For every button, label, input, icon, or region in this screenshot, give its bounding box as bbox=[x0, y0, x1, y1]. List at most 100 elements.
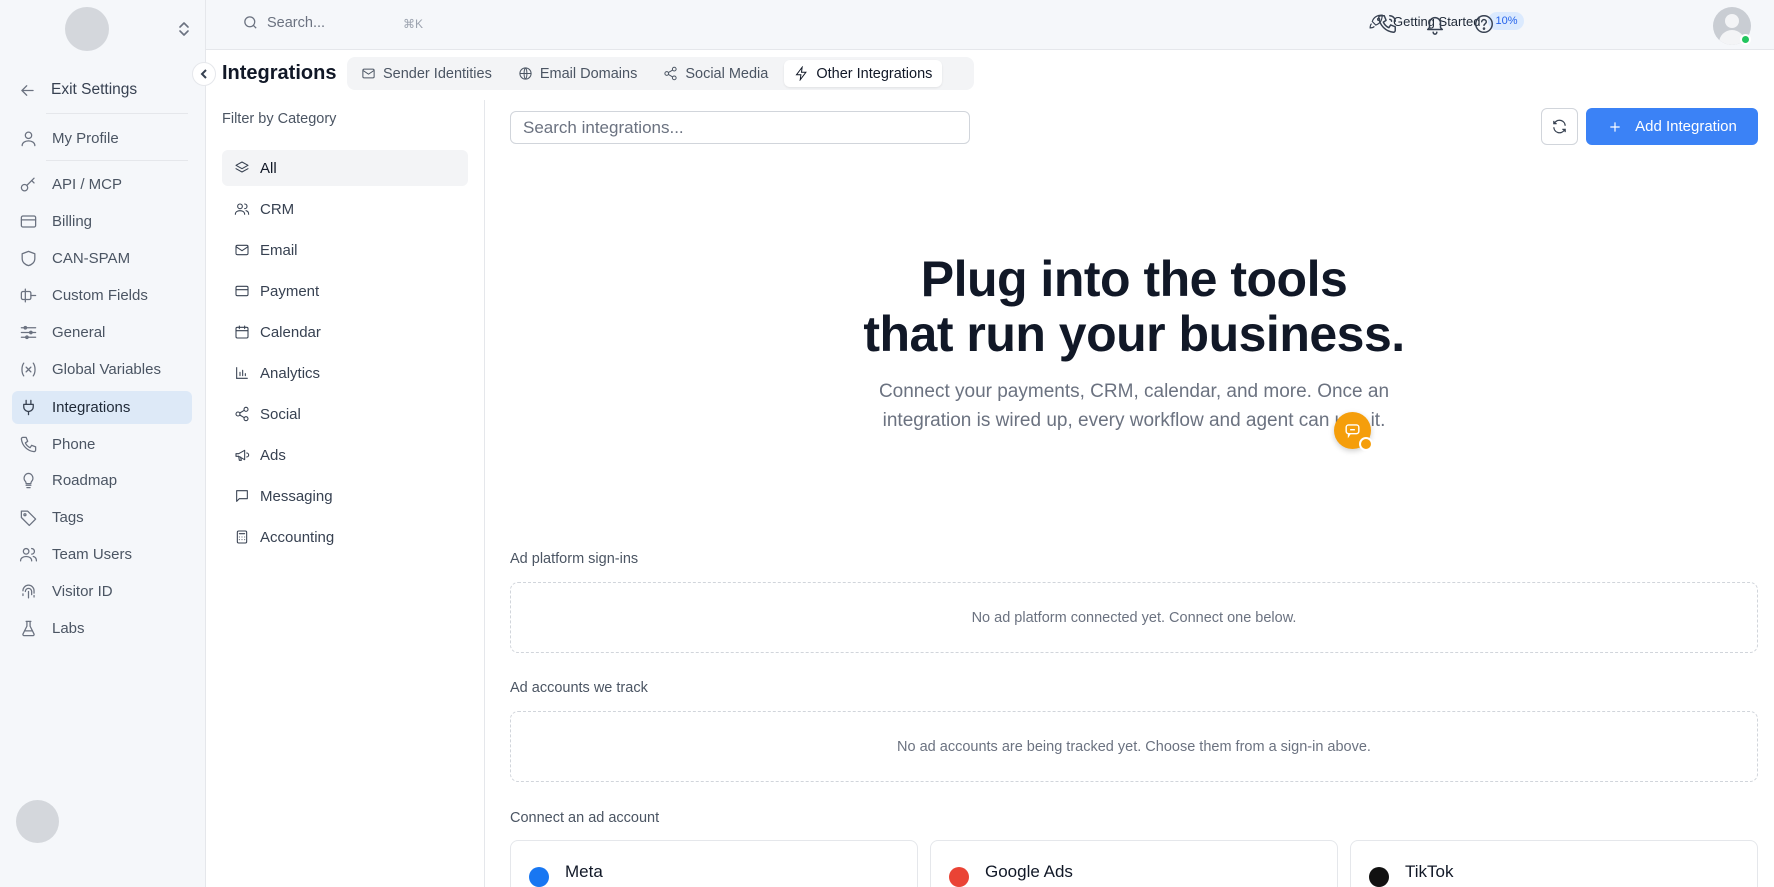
ad-card-meta[interactable]: Meta bbox=[510, 840, 918, 887]
category-messaging[interactable]: Messaging bbox=[222, 478, 468, 514]
hero-title: Plug into the tools that run your busine… bbox=[700, 252, 1568, 362]
lightbulb-icon bbox=[23, 472, 34, 489]
category-calendar[interactable]: Calendar bbox=[222, 314, 468, 350]
sidebar-item-my-profile[interactable]: My Profile bbox=[12, 122, 192, 155]
ad-platform-section-label: Ad platform sign-ins bbox=[510, 551, 639, 567]
online-status-indicator bbox=[1740, 34, 1751, 45]
exit-settings-label: Exit Settings bbox=[51, 81, 138, 98]
ad-card-google-ads[interactable]: Google Ads bbox=[930, 840, 1338, 887]
tab-label: Social Media bbox=[685, 65, 769, 82]
hero-title-line: that run your business. bbox=[863, 306, 1405, 362]
category-label: All bbox=[260, 159, 277, 177]
add-integration-label: Add Integration bbox=[1635, 118, 1737, 135]
refresh-button[interactable] bbox=[1541, 108, 1578, 145]
variable-icon bbox=[21, 362, 36, 377]
sidebar-item-label: Labs bbox=[52, 620, 85, 637]
share-icon bbox=[235, 406, 249, 422]
sidebar-item-roadmap[interactable]: Roadmap bbox=[12, 464, 192, 497]
category-label: Calendar bbox=[260, 323, 321, 341]
sidebar-item-label: API / MCP bbox=[52, 176, 123, 193]
meta-logo-icon bbox=[529, 867, 549, 887]
sidebar-item-can-spam[interactable]: CAN-SPAM bbox=[12, 242, 192, 275]
category-label: CRM bbox=[260, 200, 295, 218]
key-icon bbox=[20, 177, 35, 192]
tab-other-integrations[interactable]: Other Integrations bbox=[784, 60, 943, 87]
flask-icon bbox=[22, 620, 35, 637]
ad-card-tiktok[interactable]: TikTok bbox=[1350, 840, 1758, 887]
mail-icon bbox=[235, 244, 249, 256]
tab-label: Sender Identities bbox=[383, 65, 492, 82]
users-icon bbox=[19, 547, 38, 562]
sidebar-item-integrations[interactable]: Integrations bbox=[12, 391, 192, 424]
refresh-icon bbox=[1553, 119, 1566, 134]
chat-icon bbox=[1345, 424, 1360, 439]
chevron-left-icon bbox=[200, 69, 207, 79]
category-label: Ads bbox=[260, 446, 286, 464]
search-shortcut: ⌘K bbox=[403, 17, 424, 31]
sidebar-item-custom-fields[interactable]: Custom Fields bbox=[12, 279, 192, 312]
category-analytics[interactable]: Analytics bbox=[222, 355, 468, 391]
notifications-button[interactable] bbox=[1424, 13, 1446, 35]
add-integration-button[interactable]: Add Integration bbox=[1586, 108, 1758, 145]
google-ads-logo-icon bbox=[949, 867, 969, 887]
page-title: Integrations bbox=[222, 62, 337, 84]
sidebar-item-global-variables[interactable]: Global Variables bbox=[12, 353, 192, 386]
category-label: Social bbox=[260, 405, 301, 423]
sidebar-item-label: Tags bbox=[52, 509, 84, 526]
phone-call-button[interactable] bbox=[1376, 13, 1398, 35]
help-circle-icon bbox=[1475, 15, 1493, 33]
tab-email-domains[interactable]: Email Domains bbox=[508, 60, 648, 87]
category-all[interactable]: All bbox=[222, 150, 468, 186]
category-payment[interactable]: Payment bbox=[222, 273, 468, 309]
category-email[interactable]: Email bbox=[222, 232, 468, 268]
credit-card-icon bbox=[20, 215, 37, 228]
custom-fields-icon bbox=[20, 288, 37, 303]
sidebar-item-label: Custom Fields bbox=[52, 287, 148, 304]
plug-icon bbox=[23, 399, 34, 416]
bell-icon bbox=[1426, 16, 1444, 35]
tab-sender-identities[interactable]: Sender Identities bbox=[351, 60, 502, 87]
tab-label: Other Integrations bbox=[816, 65, 933, 82]
layers-icon bbox=[235, 161, 249, 173]
ad-platform-empty-state: No ad platform connected yet. Connect on… bbox=[510, 582, 1758, 653]
category-label: Messaging bbox=[260, 487, 333, 505]
sidebar-item-label: Phone bbox=[52, 436, 96, 453]
integrations-search-input[interactable] bbox=[510, 111, 970, 144]
mail-icon bbox=[362, 68, 375, 79]
sidebar-item-tags[interactable]: Tags bbox=[12, 501, 192, 534]
settings-sidebar: Exit Settings My Profile API / MCP Billi… bbox=[0, 0, 206, 887]
ad-platform-empty-text: No ad platform connected yet. Connect on… bbox=[971, 609, 1297, 626]
exit-settings-link[interactable]: Exit Settings bbox=[18, 76, 188, 104]
sidebar-item-phone[interactable]: Phone bbox=[12, 428, 192, 461]
sidebar-item-visitor-id[interactable]: Visitor ID bbox=[12, 575, 192, 608]
category-social[interactable]: Social bbox=[222, 396, 468, 432]
global-search-placeholder: Search... bbox=[267, 14, 326, 31]
arrow-left-icon bbox=[21, 84, 34, 96]
tiktok-logo-icon bbox=[1369, 867, 1389, 887]
sidebar-item-billing[interactable]: Billing bbox=[12, 205, 192, 238]
category-crm[interactable]: CRM bbox=[222, 191, 468, 227]
sidebar-item-team-users[interactable]: Team Users bbox=[12, 538, 192, 571]
sidebar-item-labs[interactable]: Labs bbox=[12, 612, 192, 645]
account-avatar[interactable] bbox=[16, 800, 59, 843]
phone-call-icon bbox=[1378, 15, 1396, 33]
chevrons-up-down-icon[interactable] bbox=[176, 20, 192, 38]
calendar-icon bbox=[235, 325, 249, 339]
workspace-avatar[interactable] bbox=[65, 7, 109, 51]
tab-social-media[interactable]: Social Media bbox=[653, 60, 778, 87]
category-accounting[interactable]: Accounting bbox=[222, 519, 468, 555]
sidebar-item-api-mcp[interactable]: API / MCP bbox=[12, 168, 192, 201]
help-button[interactable] bbox=[1473, 13, 1495, 35]
sidebar-item-general[interactable]: General bbox=[12, 316, 192, 349]
search-icon bbox=[244, 16, 257, 29]
collapse-sidebar-button[interactable] bbox=[192, 62, 216, 86]
phone-icon bbox=[20, 436, 37, 453]
sidebar-item-label: Roadmap bbox=[52, 472, 118, 489]
category-label: Payment bbox=[260, 282, 320, 300]
sidebar-divider bbox=[46, 160, 188, 161]
plus-icon bbox=[1610, 121, 1620, 132]
global-search[interactable]: Search... bbox=[242, 14, 325, 31]
category-ads[interactable]: Ads bbox=[222, 437, 468, 473]
sidebar-item-label: CAN-SPAM bbox=[52, 250, 131, 267]
users-icon bbox=[234, 203, 250, 215]
